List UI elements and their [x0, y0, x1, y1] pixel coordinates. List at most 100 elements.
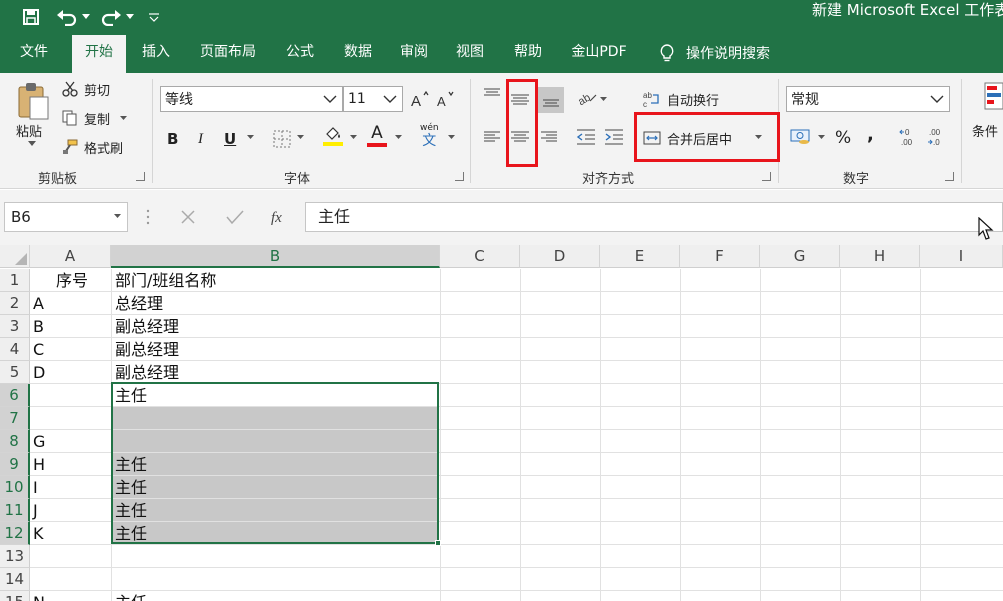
cell-a[interactable] — [30, 384, 111, 407]
orientation-icon[interactable]: ab — [578, 89, 598, 105]
enter-icon[interactable] — [226, 209, 244, 225]
row-header[interactable]: 15 — [0, 591, 30, 601]
number-launcher-icon[interactable] — [945, 172, 954, 181]
align-middle-icon[interactable] — [510, 91, 530, 107]
cell-a[interactable]: I — [30, 476, 111, 499]
orientation-dropdown-icon[interactable] — [600, 97, 607, 101]
merge-dropdown-icon[interactable] — [755, 135, 762, 139]
cell-b[interactable]: 副总经理 — [112, 361, 439, 384]
row-header[interactable]: 4 — [0, 338, 30, 361]
wrap-text-button[interactable]: ab c 自动换行 — [643, 87, 719, 111]
column-header-b[interactable]: B — [111, 245, 440, 268]
cell-a[interactable]: D — [30, 361, 111, 384]
increase-indent-icon[interactable] — [604, 128, 624, 146]
number-format-select[interactable]: 常规 — [786, 86, 950, 112]
cell-b[interactable]: 主任 — [112, 522, 439, 545]
cell-b[interactable] — [112, 407, 439, 430]
borders-icon[interactable] — [273, 129, 291, 149]
phonetic-guide-button[interactable]: wén 文 — [420, 123, 439, 151]
decrease-indent-icon[interactable] — [576, 128, 596, 146]
cell-a[interactable] — [30, 545, 111, 568]
column-header-a[interactable]: A — [30, 245, 111, 268]
fill-handle[interactable] — [435, 540, 441, 546]
align-center-icon[interactable] — [510, 129, 530, 145]
copy-dropdown-icon[interactable] — [120, 116, 128, 120]
save-icon[interactable] — [18, 0, 44, 33]
cell-b[interactable]: 部门/班组名称 — [112, 269, 439, 292]
accounting-format-icon[interactable] — [790, 127, 812, 145]
tell-me-search[interactable]: 操作说明搜索 — [660, 33, 770, 73]
cell-a[interactable]: C — [30, 338, 111, 361]
accounting-dropdown-icon[interactable] — [818, 135, 825, 139]
column-header-i[interactable]: I — [920, 245, 1003, 268]
cell-b[interactable]: 主任 — [112, 591, 439, 601]
cell-a[interactable]: B — [30, 315, 111, 338]
cell-b[interactable] — [112, 545, 439, 568]
borders-dropdown-icon[interactable] — [297, 135, 304, 139]
column-header-c[interactable]: C — [440, 245, 520, 268]
fill-color-icon[interactable] — [323, 125, 343, 151]
formula-input[interactable]: 主任 — [305, 202, 1003, 232]
row-header[interactable]: 2 — [0, 292, 30, 315]
cut-button[interactable]: 剪切 — [62, 79, 110, 99]
comma-style-button[interactable]: , — [867, 123, 874, 145]
tab-page-layout[interactable]: 页面布局 — [192, 33, 264, 73]
align-right-icon[interactable] — [540, 129, 558, 145]
underline-button[interactable]: U — [224, 128, 236, 150]
column-header-d[interactable]: D — [520, 245, 600, 268]
redo-dropdown-icon[interactable] — [124, 0, 136, 33]
cell-a[interactable]: A — [30, 292, 111, 315]
cell-b[interactable]: 主任 — [112, 384, 439, 407]
row-header[interactable]: 7 — [0, 407, 30, 430]
font-launcher-icon[interactable] — [455, 172, 464, 181]
cell-a[interactable]: N — [30, 591, 111, 601]
cell-a[interactable] — [30, 568, 111, 591]
cell-b[interactable]: 主任 — [112, 453, 439, 476]
phonetic-dropdown-icon[interactable] — [448, 135, 455, 139]
undo-dropdown-icon[interactable] — [80, 0, 92, 33]
cell-a[interactable]: H — [30, 453, 111, 476]
fill-color-dropdown-icon[interactable] — [350, 135, 357, 139]
underline-dropdown-icon[interactable] — [247, 135, 254, 139]
align-bottom-icon[interactable] — [538, 87, 564, 113]
paste-dropdown-icon[interactable] — [28, 141, 36, 146]
row-header[interactable]: 14 — [0, 568, 30, 591]
tab-insert[interactable]: 插入 — [132, 33, 180, 73]
increase-font-size-icon[interactable]: A — [410, 87, 430, 111]
increase-decimal-icon[interactable]: 0.00 — [899, 127, 919, 147]
cell-b[interactable]: 主任 — [112, 476, 439, 499]
row-header[interactable]: 11 — [0, 499, 30, 522]
customize-quick-access-icon[interactable] — [144, 0, 164, 33]
insert-function-icon[interactable]: fx — [270, 206, 290, 226]
cell-b[interactable] — [112, 568, 439, 591]
percent-style-button[interactable]: % — [835, 127, 851, 149]
undo-icon[interactable] — [54, 0, 80, 33]
conditional-formatting-icon[interactable] — [984, 81, 1003, 111]
font-name-select[interactable]: 等线 — [160, 86, 343, 112]
row-header[interactable]: 10 — [0, 476, 30, 499]
italic-button[interactable]: I — [198, 128, 203, 150]
clipboard-launcher-icon[interactable] — [136, 172, 145, 181]
font-color-button[interactable]: A — [367, 123, 387, 151]
cell-a[interactable]: G — [30, 430, 111, 453]
font-color-dropdown-icon[interactable] — [395, 135, 402, 139]
cell-a[interactable]: 序号 — [30, 269, 111, 292]
row-header[interactable]: 9 — [0, 453, 30, 476]
cell-b[interactable]: 副总经理 — [112, 338, 439, 361]
tab-formulas[interactable]: 公式 — [276, 33, 324, 73]
cell-b[interactable]: 副总经理 — [112, 315, 439, 338]
paste-button[interactable]: 粘贴 — [16, 121, 42, 140]
row-header[interactable]: 5 — [0, 361, 30, 384]
alignment-launcher-icon[interactable] — [762, 172, 771, 181]
tab-data[interactable]: 数据 — [334, 33, 382, 73]
column-header-e[interactable]: E — [600, 245, 680, 268]
row-header[interactable]: 8 — [0, 430, 30, 453]
format-painter-button[interactable]: 格式刷 — [62, 137, 123, 157]
cancel-icon[interactable] — [180, 209, 196, 225]
font-size-select[interactable]: 11 — [343, 86, 403, 112]
align-left-icon[interactable] — [483, 129, 501, 145]
paste-icon[interactable] — [12, 79, 54, 123]
tab-file[interactable]: 文件 — [10, 33, 58, 73]
tab-review[interactable]: 审阅 — [390, 33, 438, 73]
tab-home[interactable]: 开始 — [72, 35, 126, 73]
